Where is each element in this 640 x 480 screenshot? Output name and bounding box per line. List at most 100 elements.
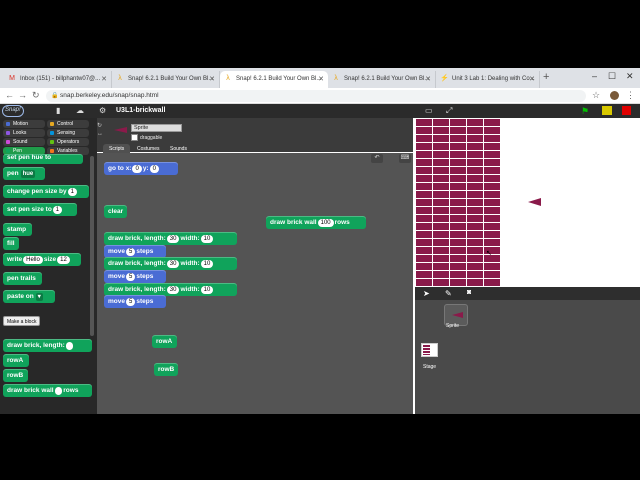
palette-write-block[interactable]: write Hello size 12 — [3, 253, 81, 266]
tab-unit3[interactable]: ⚡ Unit 3 Lab 1: Dealing with Co... ✕ — [436, 71, 540, 88]
keyboard-icon[interactable]: ⌨ — [399, 154, 411, 163]
palette-pen-reporter[interactable]: pen hue — [3, 167, 45, 180]
app-mode-icon[interactable]: ⤢ — [446, 106, 452, 116]
tab-snap-active[interactable]: λ Snap! 6.2.1 Build Your Own Bl... ✕ — [220, 71, 328, 88]
palette-rowA-block[interactable]: rowA — [3, 354, 29, 367]
make-a-block-button[interactable]: Make a block — [3, 316, 40, 326]
green-flag-icon[interactable]: ⚑ — [581, 106, 589, 117]
sprite-name-input[interactable]: Sprite — [131, 124, 182, 132]
rows-slot[interactable]: 100 — [317, 219, 334, 227]
normal-stage-icon[interactable]: ▭ — [425, 106, 433, 115]
draw-brick-block[interactable]: draw brick, length: 30 width: 10 — [104, 257, 237, 270]
palette-rowB-block[interactable]: rowB — [3, 369, 28, 382]
back-icon[interactable]: ← — [5, 90, 14, 100]
bookmark-star-icon[interactable]: ☆ — [592, 90, 600, 101]
category-control[interactable]: Control — [47, 120, 89, 128]
category-motion[interactable]: Motion — [3, 120, 45, 128]
palette-draw-brick-wall-block[interactable]: draw brick wall rows — [3, 384, 92, 397]
close-icon[interactable]: ✕ — [101, 75, 107, 83]
reload-icon[interactable]: ↻ — [32, 90, 40, 101]
width-slot[interactable]: 10 — [200, 260, 214, 268]
palette-stamp-block[interactable]: stamp — [3, 223, 32, 236]
minimize-icon[interactable]: – — [592, 71, 597, 81]
palette-scrollbar[interactable] — [90, 156, 94, 336]
snap-logo[interactable]: Snap! — [2, 105, 24, 117]
pause-button[interactable] — [602, 106, 612, 115]
tab-snap-1[interactable]: λ Snap! 6.2.1 Build Your Own Bl... ✕ — [112, 71, 220, 88]
palette-pen-trails-block[interactable]: pen trails — [3, 272, 42, 285]
new-tab-button[interactable]: + — [543, 71, 549, 83]
pen-dropdown[interactable]: hue — [20, 170, 36, 178]
forward-icon[interactable]: → — [18, 90, 27, 100]
snap-icon: λ — [118, 75, 122, 82]
category-label: Motion — [13, 121, 29, 127]
window-close-icon[interactable]: ✕ — [626, 71, 634, 82]
sprite-arrow-icon[interactable] — [528, 198, 541, 206]
category-sensing[interactable]: Sensing — [47, 129, 89, 137]
rowB-block[interactable]: rowB — [154, 363, 178, 376]
text-slot[interactable]: Hello — [23, 256, 43, 264]
stage-thumbnail[interactable] — [421, 343, 438, 357]
rowA-block[interactable]: rowA — [152, 335, 177, 348]
draggable-checkbox[interactable]: draggable — [131, 134, 162, 141]
avatar[interactable] — [610, 91, 619, 100]
palette-fill-block[interactable]: fill — [3, 237, 19, 250]
category-looks[interactable]: Looks — [3, 129, 45, 137]
close-icon[interactable]: ✕ — [529, 75, 535, 83]
length-slot[interactable]: 30 — [166, 260, 180, 268]
block-label: rows — [334, 219, 350, 226]
draw-brick-block[interactable]: draw brick, length: 30 width: 10 — [104, 232, 237, 245]
sprite-costume-icon — [114, 127, 127, 133]
width-slot[interactable]: 10 — [200, 235, 214, 243]
palette-paste-on-block[interactable]: paste on ▾ — [3, 290, 55, 303]
project-title: U3L1-brickwall — [116, 107, 166, 114]
category-operators[interactable]: Operators — [47, 138, 89, 146]
rotation-style-icon[interactable]: ↻ — [97, 122, 102, 129]
tab-scripts[interactable]: Scripts — [103, 144, 131, 153]
stop-button[interactable] — [622, 106, 631, 115]
value-slot[interactable] — [54, 387, 63, 395]
value-slot[interactable]: 12 — [57, 256, 70, 264]
rotation-lr-icon[interactable]: ↔ — [97, 131, 103, 137]
clear-block[interactable]: clear — [104, 205, 127, 218]
file-icon[interactable]: ▮ — [56, 106, 60, 115]
length-slot[interactable]: 30 — [166, 235, 180, 243]
close-icon[interactable]: ✕ — [318, 75, 324, 83]
paintbrush-icon[interactable]: ✎ — [445, 289, 452, 298]
palette-set-pen-block[interactable]: set pen hue to — [3, 154, 83, 164]
value-slot[interactable]: 1 — [52, 206, 63, 214]
move-block[interactable]: move 5 steps — [104, 295, 166, 308]
close-icon[interactable]: ✕ — [425, 75, 431, 83]
palette-set-pen-size-block[interactable]: set pen size to 1 — [3, 203, 77, 216]
value-slot[interactable] — [65, 342, 74, 350]
draw-brick-wall-block[interactable]: draw brick wall 100 rows — [266, 216, 366, 229]
length-slot[interactable]: 30 — [166, 286, 180, 294]
undo-icon[interactable]: ↶ — [371, 154, 383, 163]
settings-gear-icon[interactable]: ⚙ — [99, 106, 106, 115]
goto-block[interactable]: go to x: 0 y: 0 — [104, 162, 178, 175]
tab-costumes[interactable]: Costumes — [131, 144, 166, 153]
cloud-icon[interactable]: ☁ — [76, 106, 84, 115]
turtle-icon[interactable]: ➤ — [423, 289, 430, 298]
close-icon[interactable]: ✕ — [209, 75, 215, 83]
tab-sounds[interactable]: Sounds — [164, 144, 193, 153]
url-field[interactable]: 🔒 snap.berkeley.edu/snap/snap.html — [46, 90, 586, 102]
tab-gmail[interactable]: M Inbox (151) - billphantw07@... ✕ — [4, 71, 112, 88]
palette-draw-brick-block[interactable]: draw brick, length: — [3, 339, 92, 352]
width-slot[interactable]: 10 — [200, 286, 214, 294]
move-block[interactable]: move 5 steps — [104, 270, 166, 283]
paste-dropdown[interactable]: ▾ — [35, 293, 43, 301]
category-sound[interactable]: Sound — [3, 138, 45, 146]
x-slot[interactable]: 0 — [132, 165, 142, 173]
palette-change-pen-size-block[interactable]: change pen size by 1 — [3, 185, 89, 198]
steps-slot[interactable]: 5 — [125, 298, 136, 306]
value-slot[interactable]: 1 — [67, 188, 77, 196]
steps-slot[interactable]: 5 — [125, 248, 136, 256]
block-label: write — [7, 256, 23, 263]
tab-snap-3[interactable]: λ Snap! 6.2.1 Build Your Own Bl... ✕ — [328, 71, 436, 88]
steps-slot[interactable]: 5 — [125, 273, 136, 281]
camera-icon[interactable]: ◙ — [467, 289, 471, 296]
menu-icon[interactable]: ⋮ — [626, 90, 635, 101]
y-slot[interactable]: 0 — [149, 165, 159, 173]
maximize-icon[interactable]: ☐ — [608, 71, 616, 82]
